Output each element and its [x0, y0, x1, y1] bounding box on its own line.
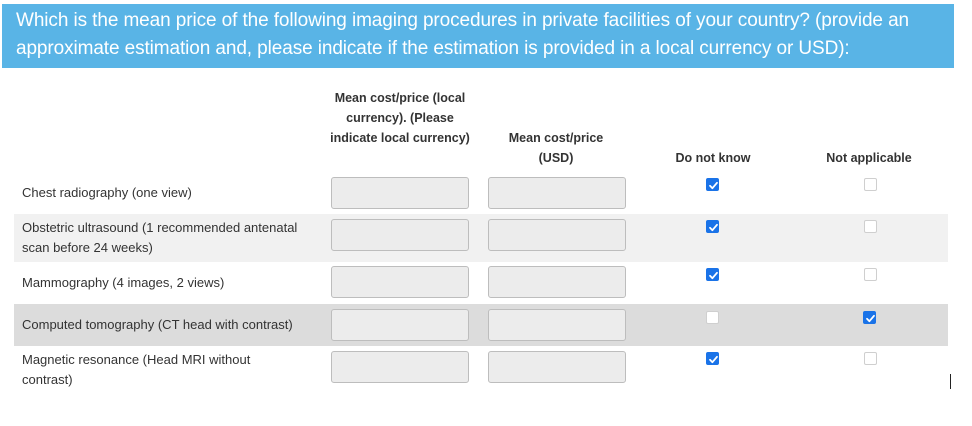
table-row: Chest radiography (one view)	[14, 172, 948, 214]
do-not-know-checkbox[interactable]	[706, 311, 719, 324]
row-label: Magnetic resonance (Head MRI without con…	[22, 352, 251, 387]
checkmark-icon	[709, 271, 718, 280]
row-label: Chest radiography (one view)	[22, 185, 192, 200]
column-header-not-applicable: Not applicable	[826, 151, 912, 165]
not-applicable-checkbox[interactable]	[863, 311, 876, 324]
question-text: Which is the mean price of the following…	[16, 10, 910, 59]
column-header-do-not-know: Do not know	[675, 151, 751, 165]
column-header-usd: Mean cost/price (USD)	[508, 131, 604, 165]
do-not-know-checkbox[interactable]	[706, 268, 719, 281]
local-currency-input[interactable]	[331, 177, 469, 209]
checkmark-icon	[709, 355, 718, 364]
local-currency-input[interactable]	[331, 351, 469, 383]
local-currency-input[interactable]	[331, 309, 469, 341]
do-not-know-checkbox[interactable]	[706, 220, 719, 233]
not-applicable-checkbox[interactable]	[864, 352, 877, 365]
not-applicable-checkbox[interactable]	[864, 268, 877, 281]
do-not-know-checkbox[interactable]	[706, 352, 719, 365]
table-row: Magnetic resonance (Head MRI without con…	[14, 346, 948, 394]
table-row: Obstetric ultrasound (1 recommended ante…	[14, 214, 948, 262]
column-header-local-currency: Mean cost/price (local currency). (Pleas…	[330, 91, 470, 145]
not-applicable-checkbox[interactable]	[864, 178, 877, 191]
checkmark-icon	[709, 223, 718, 232]
usd-input[interactable]	[488, 266, 626, 298]
usd-input[interactable]	[488, 309, 626, 341]
checkmark-icon	[866, 314, 875, 323]
question-header: Which is the mean price of the following…	[2, 4, 954, 68]
usd-input[interactable]	[488, 219, 626, 251]
checkmark-icon	[709, 181, 718, 190]
row-label: Mammography (4 images, 2 views)	[22, 275, 225, 290]
table-row: Computed tomography (CT head with contra…	[14, 304, 948, 346]
table-row: Mammography (4 images, 2 views)	[14, 262, 948, 304]
local-currency-input[interactable]	[331, 266, 469, 298]
usd-input[interactable]	[488, 351, 626, 383]
row-label: Computed tomography (CT head with contra…	[22, 317, 293, 332]
not-applicable-checkbox[interactable]	[864, 220, 877, 233]
do-not-know-checkbox[interactable]	[706, 178, 719, 191]
local-currency-input[interactable]	[331, 219, 469, 251]
text-cursor	[950, 374, 951, 389]
usd-input[interactable]	[488, 177, 626, 209]
row-label: Obstetric ultrasound (1 recommended ante…	[22, 220, 298, 255]
